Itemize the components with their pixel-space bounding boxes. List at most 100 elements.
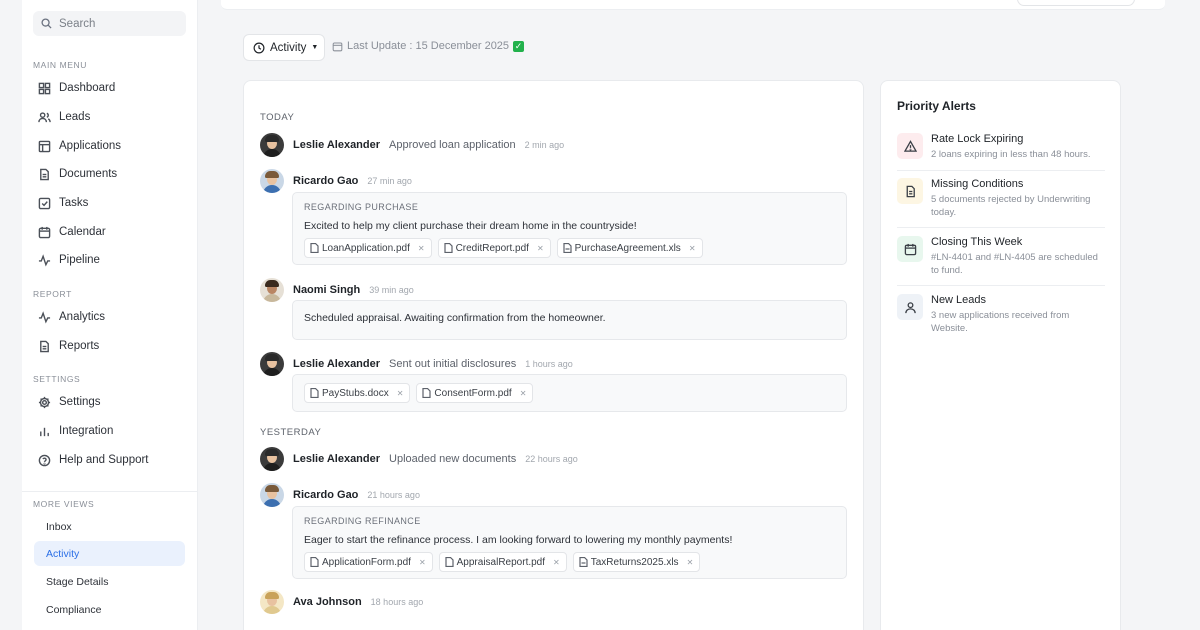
entry-note: Scheduled appraisal. Awaiting confirmati…	[292, 300, 847, 340]
note-message: Eager to start the refinance process. I …	[304, 534, 733, 546]
note-regarding: REGARDING PURCHASE	[304, 202, 419, 212]
sidebar-item-settings[interactable]: Settings	[38, 391, 101, 413]
remove-icon[interactable]: ✕	[520, 389, 527, 398]
remove-icon[interactable]: ✕	[537, 244, 544, 253]
attachment-chip[interactable]: LoanApplication.pdf ✕	[304, 238, 432, 258]
clock-icon	[253, 42, 265, 53]
alert-description: 5 documents rejected by Underwriting tod…	[931, 194, 1091, 218]
alert-title: Closing This Week	[931, 236, 1023, 248]
attachment-name: ConsentForm.pdf	[434, 387, 512, 399]
attachment-chip[interactable]: PayStubs.docx ✕	[304, 383, 411, 403]
activity-filter-label: Activity	[270, 41, 307, 54]
note-message: Scheduled appraisal. Awaiting confirmati…	[304, 312, 606, 324]
entry-author[interactable]: Ricardo Gao	[293, 175, 358, 187]
activity-entry: Leslie Alexander Approved loan applicati…	[260, 132, 564, 158]
sidebar-item-dashboard[interactable]: Dashboard	[38, 77, 115, 99]
calendar-icon	[38, 226, 51, 238]
entry-action: Uploaded new documents	[389, 453, 517, 465]
file-icon	[443, 243, 453, 253]
sidebar-item-label: Calendar	[59, 226, 106, 238]
sidebar-item-label: Pipeline	[59, 254, 100, 266]
remove-icon[interactable]: ✕	[418, 244, 425, 253]
entry-time: 27 min ago	[367, 176, 412, 186]
attachment-chip[interactable]: TaxReturns2025.xls ✕	[572, 552, 701, 572]
report-label: REPORT	[33, 289, 72, 299]
spreadsheet-icon	[579, 557, 588, 567]
sidebar-item-stage-details[interactable]: Stage Details	[34, 569, 185, 594]
priority-alerts-panel: Priority Alerts Rate Lock Expiring 2 loa…	[880, 80, 1121, 630]
sidebar-item-label: Applications	[59, 140, 122, 152]
sidebar-item-documents[interactable]: Documents	[38, 163, 117, 185]
top-bar-control[interactable]	[1017, 0, 1135, 6]
caret-down-icon: ▼	[311, 44, 319, 51]
entry-author[interactable]: Leslie Alexander	[293, 453, 380, 465]
users-icon	[38, 111, 51, 122]
avatar	[260, 352, 284, 376]
sidebar-item-applications[interactable]: Applications	[38, 135, 121, 157]
remove-icon[interactable]: ✕	[419, 558, 426, 567]
sidebar-item-integration[interactable]: Integration	[38, 420, 113, 442]
remove-icon[interactable]: ✕	[689, 244, 696, 253]
alert-description: #LN-4401 and #LN-4405 are scheduled to f…	[931, 252, 1098, 276]
search-input[interactable]	[59, 17, 179, 30]
remove-icon[interactable]: ✕	[687, 558, 694, 567]
sidebar-item-label: Help and Support	[59, 454, 149, 466]
entry-time: 18 hours ago	[370, 597, 424, 607]
sidebar-item-help[interactable]: Help and Support	[38, 449, 149, 471]
remove-icon[interactable]: ✕	[553, 558, 560, 567]
activity-entry: Ricardo Gao 27 min ago	[260, 168, 412, 194]
remove-icon[interactable]: ✕	[397, 389, 404, 398]
search-box[interactable]	[33, 11, 186, 36]
attachment-list: PayStubs.docx ✕ ConsentForm.pdf ✕	[304, 383, 534, 403]
sidebar-item-inbox[interactable]: Inbox	[34, 514, 185, 539]
attachment-chip[interactable]: ConsentForm.pdf ✕	[416, 383, 534, 403]
spreadsheet-icon	[563, 243, 572, 253]
calendar-icon	[332, 41, 343, 51]
attachment-list: LoanApplication.pdf ✕ CreditReport.pdf ✕ P…	[304, 238, 703, 258]
attachment-list: ApplicationForm.pdf ✕ AppraisalReport.pdf…	[304, 552, 701, 572]
avatar	[260, 133, 284, 157]
sidebar-item-activity[interactable]: Activity	[34, 541, 185, 566]
entry-note: REGARDING REFINANCE Eager to start the r…	[292, 506, 847, 579]
attachment-name: TaxReturns2025.xls	[590, 556, 679, 568]
entry-author[interactable]: Leslie Alexander	[293, 139, 380, 151]
entry-time: 1 hours ago	[525, 359, 573, 369]
main-menu-label: MAIN MENU	[33, 60, 88, 70]
search-icon	[41, 18, 52, 29]
entry-time: 39 min ago	[369, 285, 414, 295]
sidebar-item-calendar[interactable]: Calendar	[38, 221, 106, 243]
avatar	[260, 169, 284, 193]
activity-pulse-icon	[38, 310, 51, 323]
sidebar-item-label: Documents	[59, 168, 118, 180]
user-icon	[897, 294, 923, 320]
note-message: Excited to help my client purchase their…	[304, 220, 637, 232]
entry-author[interactable]: Naomi Singh	[293, 284, 360, 296]
top-bar	[221, 0, 1165, 10]
alert-title: Rate Lock Expiring	[931, 133, 1024, 145]
sidebar-item-leads[interactable]: Leads	[38, 106, 90, 128]
activity-feed: TODAY Leslie Alexander Approved loan app…	[243, 80, 864, 630]
sidebar-item-label: Analytics	[59, 311, 106, 323]
help-circle-icon	[38, 454, 51, 466]
activity-filter-button[interactable]: Activity ▼	[243, 34, 325, 61]
sidebar-item-pipeline[interactable]: Pipeline	[38, 249, 100, 271]
attachment-chip[interactable]: CreditReport.pdf ✕	[437, 238, 551, 258]
sidebar: MAIN MENU Dashboard Leads Applications D…	[22, 0, 198, 630]
sidebar-item-compliance[interactable]: Compliance	[34, 597, 185, 622]
attachment-chip[interactable]: PurchaseAgreement.xls ✕	[556, 238, 703, 258]
entry-author[interactable]: Ava Johnson	[293, 596, 362, 608]
sidebar-item-reports[interactable]: Reports	[38, 335, 99, 357]
sidebar-item-analytics[interactable]: Analytics	[38, 306, 105, 328]
attachment-chip[interactable]: AppraisalReport.pdf ✕	[438, 552, 567, 572]
activity-entry: Ricardo Gao 21 hours ago	[260, 482, 420, 508]
entry-note: REGARDING PURCHASE Excited to help my cl…	[292, 192, 847, 265]
sidebar-item-tasks[interactable]: Tasks	[38, 192, 88, 214]
entry-author[interactable]: Leslie Alexander	[293, 358, 380, 370]
sidebar-item-label: Dashboard	[59, 82, 116, 94]
alert-title: Missing Conditions	[931, 178, 1024, 190]
attachment-chip[interactable]: ApplicationForm.pdf ✕	[304, 552, 433, 572]
alert-divider	[897, 170, 1105, 171]
last-update: Last Update : 15 December 2025 ✓	[332, 40, 525, 52]
entry-author[interactable]: Ricardo Gao	[293, 489, 358, 501]
sidebar-divider	[22, 491, 198, 492]
